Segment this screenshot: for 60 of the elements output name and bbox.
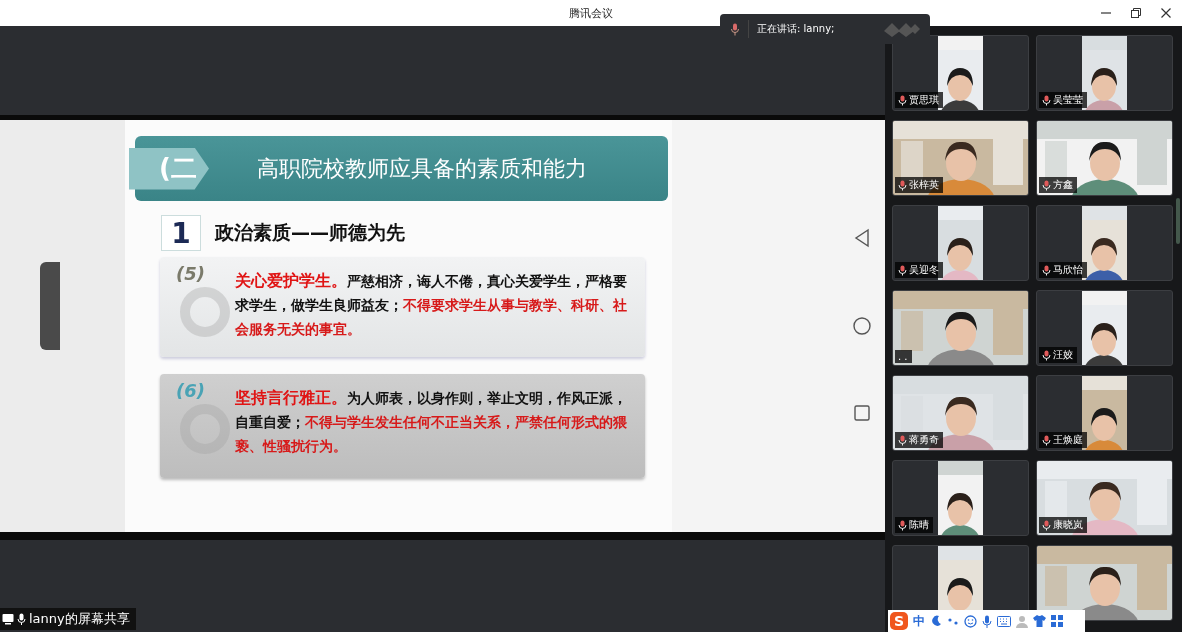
name-tag: 吴迎冬 bbox=[895, 262, 943, 278]
restore-icon[interactable] bbox=[1130, 7, 1142, 19]
video-tile[interactable]: 吴迎冬 bbox=[892, 205, 1029, 281]
recents-icon[interactable] bbox=[852, 404, 871, 422]
side-handle[interactable] bbox=[40, 262, 60, 350]
point-text: 关心爱护学生。严慈相济，诲人不倦，真心关爱学生，严格要求学生，做学生良师益友；不得要求学生从事与教学、科研、社会服务无关的事宜。 bbox=[235, 270, 628, 339]
home-icon[interactable] bbox=[851, 316, 872, 336]
video-tile[interactable]: 汪姣 bbox=[1036, 290, 1173, 366]
screen-share-icon bbox=[2, 613, 14, 625]
name-tag: 陈晴 bbox=[895, 517, 933, 533]
logo-icon bbox=[882, 21, 922, 37]
item-number: 1 bbox=[161, 215, 201, 251]
back-icon[interactable] bbox=[852, 228, 871, 248]
microphone-icon bbox=[898, 434, 907, 446]
close-icon[interactable] bbox=[1160, 7, 1172, 19]
name-tag: 贾思琪 bbox=[895, 92, 943, 108]
moon-icon[interactable] bbox=[930, 615, 942, 627]
name-tag: 康晓岚 bbox=[1039, 517, 1087, 533]
microphone-icon bbox=[17, 612, 26, 626]
window-title: 腾讯会议 bbox=[569, 5, 613, 21]
point-text: 坚持言行雅正。为人师表，以身作则，举止文明，作风正派，自重自爱；不得与学生发生任何不正当关系，严禁任何形式的猥亵、性骚扰行为。 bbox=[235, 387, 628, 456]
share-label: lanny的屏幕共享 bbox=[0, 608, 136, 630]
name-tag: 汪姣 bbox=[1039, 347, 1077, 363]
section-number: (二 bbox=[129, 147, 209, 190]
video-tile[interactable]: 贾思琪 bbox=[892, 35, 1029, 111]
microphone-icon bbox=[898, 264, 907, 276]
video-tile[interactable]: 吴莹莹 bbox=[1036, 35, 1173, 111]
keyboard-icon[interactable] bbox=[997, 615, 1011, 627]
grid-icon[interactable] bbox=[1051, 615, 1063, 627]
microphone-icon bbox=[1042, 94, 1051, 106]
microphone-icon bbox=[1042, 179, 1051, 191]
swirl-decoration bbox=[180, 287, 230, 337]
microphone-icon bbox=[898, 94, 907, 106]
name-tag: 方鑫 bbox=[1039, 177, 1077, 193]
slide-title: 高职院校教师应具备的素质和能力 bbox=[257, 154, 587, 183]
emoji-icon[interactable] bbox=[964, 614, 977, 628]
name-tag: 王焕庭 bbox=[1039, 432, 1087, 448]
microphone-icon[interactable] bbox=[982, 614, 992, 628]
microphone-icon bbox=[898, 519, 907, 531]
item-title: 政治素质——师德为先 bbox=[215, 220, 405, 245]
scrollbar[interactable] bbox=[1176, 198, 1180, 244]
ime-mode-toggle[interactable]: 中 bbox=[913, 612, 925, 630]
microphone-icon bbox=[1042, 519, 1051, 531]
microphone-icon bbox=[1042, 434, 1051, 446]
microphone-icon bbox=[730, 22, 740, 36]
name-tag: 马欣怡 bbox=[1039, 262, 1087, 278]
name-tag: . . bbox=[895, 350, 912, 363]
name-tag: 张梓英 bbox=[895, 177, 943, 193]
microphone-icon bbox=[898, 179, 907, 191]
video-tile[interactable]: 陈晴 bbox=[892, 460, 1029, 536]
name-tag: 蒋勇奇 bbox=[895, 432, 943, 448]
microphone-icon bbox=[1042, 264, 1051, 276]
name-tag: 吴莹莹 bbox=[1039, 92, 1087, 108]
video-tile[interactable]: 马欣怡 bbox=[1036, 205, 1173, 281]
shirt-icon[interactable] bbox=[1033, 615, 1046, 627]
point-number: (6) bbox=[176, 380, 205, 401]
point-number: (5) bbox=[176, 263, 205, 284]
microphone-icon bbox=[1042, 349, 1051, 361]
video-tile[interactable]: 王焕庭 bbox=[1036, 375, 1173, 451]
speaking-bar: 正在讲话: lanny; bbox=[720, 14, 930, 44]
